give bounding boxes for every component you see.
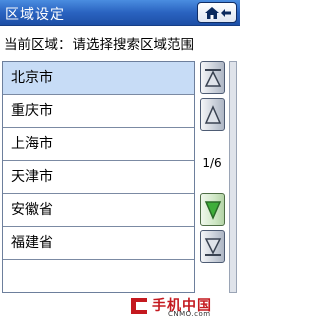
list-item-label: 安徽省 (11, 202, 53, 218)
list-item[interactable]: 上海市 (3, 128, 194, 161)
list-item-label: 重庆市 (11, 103, 53, 119)
list-item-label: 天津市 (11, 169, 53, 185)
list-item[interactable]: 天津市 (3, 161, 194, 194)
scroll-top-button[interactable] (200, 61, 225, 94)
page-indicator: 1/6 (202, 156, 222, 170)
home-back-icon (205, 7, 231, 19)
scroll-top-icon (204, 69, 222, 87)
list-item[interactable]: 北京市 (3, 62, 194, 95)
scroll-up-button[interactable] (200, 98, 225, 131)
title-bar: 区域设定 (0, 0, 240, 26)
scroll-down-button[interactable] (200, 193, 225, 226)
scrollbar-track[interactable] (229, 61, 237, 293)
current-region-label: 当前区域： (4, 37, 72, 53)
list-item[interactable]: 安徽省 (3, 194, 194, 227)
scroll-down-icon (204, 201, 222, 220)
home-back-button[interactable] (197, 2, 237, 23)
watermark-logo: 手机中国 CNMO.com (128, 295, 236, 318)
scroll-up-icon (204, 105, 222, 124)
scroll-bottom-button[interactable] (200, 230, 225, 263)
cnmo-logo-icon (131, 298, 147, 314)
scroll-bottom-icon (204, 238, 222, 256)
list-item[interactable]: 重庆市 (3, 95, 194, 128)
list-item-label: 北京市 (11, 70, 53, 86)
current-region: 当前区域：请选择搜索区域范围 (4, 33, 194, 53)
region-list: 北京市 重庆市 上海市 天津市 安徽省 福建省 (2, 61, 195, 293)
list-item[interactable]: 福建省 (3, 227, 194, 260)
list-item-label: 福建省 (11, 235, 53, 251)
list-item-label: 上海市 (11, 136, 53, 152)
current-region-value: 请选择搜索区域范围 (72, 37, 195, 53)
window-title: 区域设定 (5, 7, 65, 23)
watermark-subtext: CNMO.com (168, 310, 211, 318)
